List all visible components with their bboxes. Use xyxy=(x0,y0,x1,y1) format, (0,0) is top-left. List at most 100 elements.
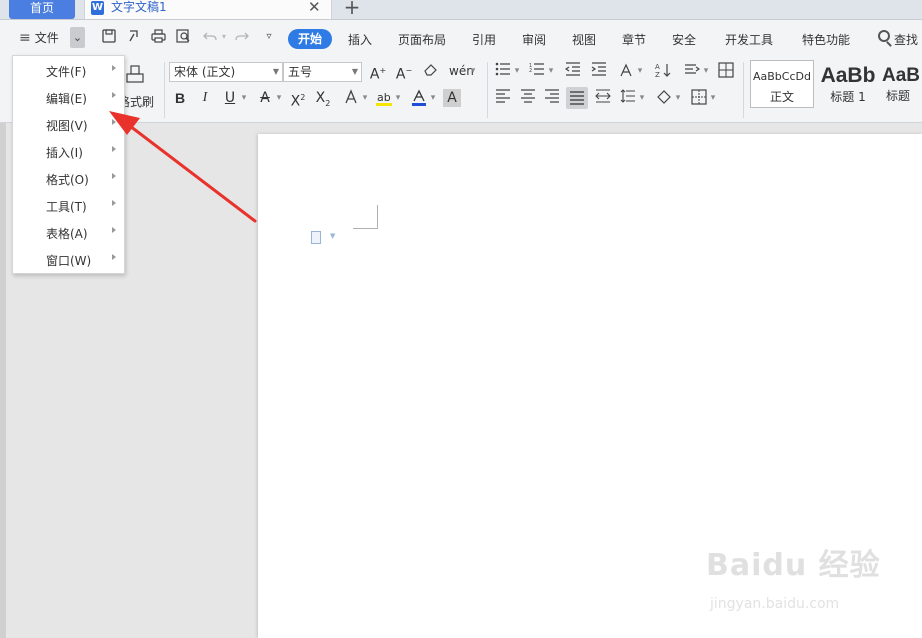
file-menu-button[interactable]: ≡ 文件 xyxy=(19,29,59,46)
shading-icon[interactable] xyxy=(655,89,673,107)
bold-icon[interactable]: B xyxy=(171,89,189,107)
file-menu-label: 文件 xyxy=(34,31,59,45)
tab-start[interactable]: 开始 xyxy=(288,29,332,49)
chevron-down-icon[interactable]: ▾ xyxy=(394,89,402,107)
customize-toolbar-icon[interactable]: ▿ xyxy=(261,29,277,45)
hamburger-icon: ≡ xyxy=(19,30,31,46)
tab-insert[interactable]: 插入 xyxy=(348,31,372,48)
increase-font-size-icon[interactable]: A+ xyxy=(369,62,387,83)
style-heading-sample: AaB xyxy=(882,65,921,86)
clear-format-icon[interactable] xyxy=(422,62,440,80)
bullet-list-icon[interactable] xyxy=(494,62,512,80)
chevron-down-icon[interactable]: ▾ xyxy=(429,89,437,107)
tab-home[interactable]: 首页 xyxy=(9,0,75,19)
underline-icon[interactable]: U xyxy=(221,89,239,107)
character-shading-icon[interactable]: A xyxy=(443,89,461,107)
border-icon[interactable] xyxy=(690,89,708,107)
menu-item-label: 工具(T) xyxy=(46,200,87,214)
chevron-down-icon[interactable]: ▾ xyxy=(469,62,477,80)
strikethrough-icon[interactable]: A xyxy=(256,89,274,107)
submenu-arrow-icon xyxy=(112,92,116,98)
menu-item-format[interactable]: 格式(O) xyxy=(13,165,124,192)
chevron-down-icon: ▼ xyxy=(272,67,279,76)
text-direction-icon[interactable] xyxy=(617,62,635,80)
distributed-align-icon[interactable] xyxy=(594,89,612,107)
tab-view[interactable]: 视图 xyxy=(572,31,596,48)
superscript-icon[interactable]: X2 xyxy=(289,89,307,110)
watermark-url: jingyan.baidu.com xyxy=(710,596,840,612)
menu-item-label: 文件(F) xyxy=(46,65,87,79)
left-edge xyxy=(0,123,6,638)
chevron-down-icon[interactable]: ▾ xyxy=(513,62,521,80)
font-name-select[interactable]: 宋体 (正文) ▼ xyxy=(169,62,283,82)
phonetic-guide-icon[interactable]: wén xyxy=(449,62,474,80)
svg-text:2: 2 xyxy=(529,68,532,74)
chevron-down-icon[interactable]: ▾ xyxy=(275,89,283,107)
align-left-icon[interactable] xyxy=(494,89,512,107)
divider xyxy=(164,62,165,118)
format-painter-icon[interactable] xyxy=(124,64,146,86)
numbered-list-icon[interactable]: 12 xyxy=(528,62,546,80)
highlight-color-icon[interactable]: ab xyxy=(375,89,393,107)
undo-dropdown-icon[interactable]: ▾ xyxy=(216,29,232,45)
sort-icon[interactable]: AZ xyxy=(654,62,672,80)
align-center-icon[interactable] xyxy=(519,89,537,107)
style-heading-1[interactable]: AaBb 标题 1 xyxy=(816,60,880,108)
ribbon-toolbar: 格式刷 宋体 (正文) ▼ 五号 ▼ A+ A− wén ▾ B I U ▾ A ▾… xyxy=(0,58,922,123)
style-heading[interactable]: AaB 标题 xyxy=(882,60,922,108)
watermark: Baidu 经验 jingyan.baidu.com xyxy=(706,540,880,620)
export-icon[interactable] xyxy=(126,29,142,45)
search-label[interactable]: 查找 xyxy=(894,31,918,48)
italic-icon[interactable]: I xyxy=(196,89,214,107)
print-preview-icon[interactable] xyxy=(175,29,191,45)
chevron-down-icon[interactable]: ▾ xyxy=(240,89,248,107)
file-menu-dropdown-button[interactable]: ⌄ xyxy=(70,27,85,48)
text-effect-icon[interactable] xyxy=(342,89,360,107)
increase-indent-icon[interactable] xyxy=(590,62,608,80)
paragraph-layout-icon[interactable] xyxy=(311,231,321,244)
decrease-font-size-icon[interactable]: A− xyxy=(395,62,413,83)
menu-item-insert[interactable]: 插入(I) xyxy=(13,138,124,165)
tab-references[interactable]: 引用 xyxy=(472,31,496,48)
tab-review[interactable]: 审阅 xyxy=(522,31,546,48)
tab-security[interactable]: 安全 xyxy=(672,31,696,48)
chevron-down-icon[interactable]: ▾ xyxy=(636,62,644,80)
chevron-down-icon[interactable]: ▾ xyxy=(709,89,717,107)
add-tab-icon[interactable]: + xyxy=(342,0,362,17)
tab-chapter[interactable]: 章节 xyxy=(622,31,646,48)
show-hide-marks-icon[interactable] xyxy=(683,62,701,80)
menu-item-file[interactable]: 文件(F) xyxy=(13,57,124,84)
save-icon[interactable] xyxy=(101,29,117,45)
menu-item-edit[interactable]: 编辑(E) xyxy=(13,84,124,111)
style-normal[interactable]: AaBbCcDd 正文 xyxy=(750,60,814,108)
chevron-down-icon[interactable]: ▾ xyxy=(638,89,646,107)
menu-item-window[interactable]: 窗口(W) xyxy=(13,246,124,273)
chevron-down-icon[interactable]: ▼ xyxy=(330,232,335,240)
chevron-down-icon[interactable]: ▾ xyxy=(702,62,710,80)
close-tab-icon[interactable]: ✕ xyxy=(308,0,321,16)
subscript-icon[interactable]: X2 xyxy=(314,89,332,108)
tab-developer[interactable]: 开发工具 xyxy=(725,31,773,48)
text-box-icon[interactable] xyxy=(717,62,735,80)
print-icon[interactable] xyxy=(150,29,166,45)
chevron-down-icon[interactable]: ▾ xyxy=(361,89,369,107)
tab-document[interactable]: W 文字文稿1 ✕ xyxy=(84,0,332,19)
justify-icon[interactable] xyxy=(566,87,588,109)
font-size-select[interactable]: 五号 ▼ xyxy=(283,62,362,82)
line-spacing-icon[interactable] xyxy=(619,89,637,107)
tab-page-layout[interactable]: 页面布局 xyxy=(398,31,446,48)
search-icon[interactable] xyxy=(878,30,890,42)
tab-special-features[interactable]: 特色功能 xyxy=(802,31,850,48)
chevron-down-icon[interactable]: ▾ xyxy=(674,89,682,107)
decrease-indent-icon[interactable] xyxy=(564,62,582,80)
menu-item-table[interactable]: 表格(A) xyxy=(13,219,124,246)
chevron-down-icon[interactable]: ▾ xyxy=(547,62,555,80)
font-color-icon[interactable] xyxy=(410,89,428,107)
redo-icon[interactable] xyxy=(234,29,250,45)
submenu-arrow-icon xyxy=(112,119,116,125)
svg-text:Z: Z xyxy=(655,71,660,78)
svg-text:ab: ab xyxy=(377,91,391,104)
align-right-icon[interactable] xyxy=(543,89,561,107)
menu-item-tools[interactable]: 工具(T) xyxy=(13,192,124,219)
menu-item-view[interactable]: 视图(V) xyxy=(13,111,124,138)
